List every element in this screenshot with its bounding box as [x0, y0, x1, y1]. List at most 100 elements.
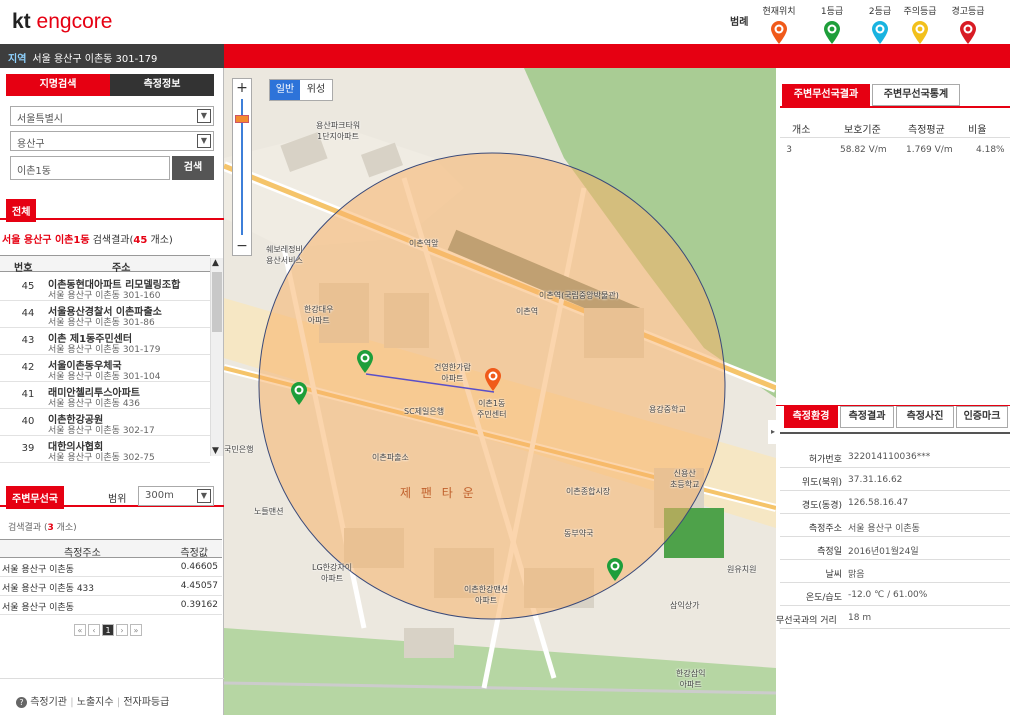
footer-emf-grade-link[interactable]: 전자파등급	[123, 697, 169, 708]
field-value: -12.0 ℃ / 61.00%	[848, 590, 928, 600]
measure-field-row: 날씨 맑음	[780, 561, 1010, 583]
chevron-down-icon: ▼	[197, 109, 211, 123]
map-view[interactable]: 용산파크타워 1단지아파트 이촌역앞 쉐보레정비 용산서비스 한강대우 아파트 건영한가…	[224, 68, 776, 715]
tab-place-search[interactable]: 지명검색	[6, 74, 110, 96]
nearby-count: 검색결과 (3 개소)	[8, 520, 77, 533]
range-select[interactable]: 300m ▼	[138, 486, 214, 506]
measure-field-row: 측정일 2016년01월24일	[780, 538, 1010, 560]
result-row[interactable]: 45 이촌동현대아파트 리모델링조합 서울 용산구 이촌동 301-160	[0, 273, 210, 301]
caution-pin-icon	[911, 21, 929, 45]
district-select[interactable]: 용산구 ▼	[10, 131, 214, 151]
field-key: 측정주소	[808, 524, 842, 534]
tab-measure-info[interactable]: 측정정보	[110, 74, 214, 96]
result-scrollbar[interactable]: ▲ ▼	[210, 258, 223, 456]
result-row[interactable]: 41 래미안첼리투스아파트 서울 용산구 이촌동 436	[0, 381, 210, 409]
footer-measure-org-link[interactable]: 측정기관	[30, 697, 67, 708]
nearby-row[interactable]: 서울 용산구 이촌동 433 4.45057	[0, 577, 222, 596]
result-number: 39	[21, 443, 35, 454]
legend-item: 경고등급	[946, 0, 990, 44]
col-measure-value: 측정값	[180, 548, 208, 559]
result-suffix: 개소)	[147, 235, 173, 246]
nearby-row[interactable]: 서울 용산구 이촌동 0.39162	[0, 596, 222, 615]
map-label: SC제일은행	[404, 407, 445, 416]
scroll-up-icon[interactable]: ▲	[212, 258, 219, 268]
stats-header: 비율	[968, 125, 987, 136]
panel-toggle-icon[interactable]: ▸	[768, 420, 778, 444]
scrollbar-thumb[interactable]	[212, 272, 222, 332]
result-row[interactable]: 40 이촌한강공원 서울 용산구 이촌동 302-17	[0, 408, 210, 436]
footer-exposure-link[interactable]: 노출지수	[77, 697, 114, 708]
dong-input-value: 이촌1동	[17, 166, 51, 177]
nearby-value: 4.45057	[180, 581, 218, 591]
stats-row: 3 58.82 V/m 1.769 V/m 4.18%	[780, 140, 1010, 162]
zoom-out-button[interactable]: −	[233, 237, 251, 255]
tab-measure-photo[interactable]: 측정사진	[896, 406, 954, 428]
header: kt engcore 범례 현재위치 1등급 2등급 주의등급 경고등급	[0, 0, 1010, 44]
chevron-down-icon: ▼	[197, 134, 211, 148]
legend-label: 범례	[730, 17, 749, 28]
col-address: 주소	[112, 263, 131, 274]
field-value: 서울 용산구 이촌동	[848, 524, 920, 534]
tab-nearby-stats[interactable]: 주변무선국통계	[872, 84, 960, 106]
result-number: 43	[21, 335, 35, 346]
map-type-normal-button[interactable]: 일반	[270, 80, 300, 100]
logo-engcore-text: engcore	[36, 10, 113, 33]
map-type-satellite-button[interactable]: 위성	[300, 80, 332, 100]
zoom-slider-handle[interactable]	[235, 115, 249, 123]
page-first-button[interactable]: «	[74, 624, 86, 636]
page-current[interactable]: 1	[102, 624, 114, 636]
map-label: 이촌역(국립중앙박물관)	[539, 291, 619, 300]
nearby-table-header: 측정주소 측정값	[0, 539, 222, 559]
top-red-bar	[224, 44, 1010, 68]
field-value: 2016년01월24일	[848, 547, 919, 557]
field-key: 날씨	[825, 570, 842, 580]
col-measure-addr: 측정주소	[64, 548, 101, 559]
tab-measure-env[interactable]: 측정환경	[784, 406, 838, 428]
kt-engcore-logo[interactable]: kt engcore	[12, 10, 112, 34]
page-last-button[interactable]: »	[130, 624, 142, 636]
map-label: 이촌파출소	[372, 453, 409, 462]
result-row[interactable]: 39 대한의사협회 서울 용산구 이촌동 302-75	[0, 435, 210, 463]
grade1-pin-icon	[823, 21, 841, 45]
tab-measure-result[interactable]: 측정결과	[840, 406, 894, 428]
legend-item-label: 1등급	[820, 7, 844, 17]
result-row[interactable]: 42 서울이촌동우체국 서울 용산구 이촌동 301-104	[0, 354, 210, 382]
zoom-in-button[interactable]: +	[233, 79, 251, 97]
grade2-pin-icon	[871, 21, 889, 45]
map-label: 원유치원	[727, 565, 757, 574]
measure-field-row: 경도(동경) 126.58.16.47	[780, 492, 1010, 514]
nearby-address: 서울 용산구 이촌동 433	[2, 584, 95, 594]
district-select-value: 용산구	[17, 139, 45, 150]
search-button[interactable]: 검색	[172, 156, 214, 180]
tab-cert-mark[interactable]: 인증마크	[956, 406, 1008, 428]
region-value: 서울 용산구 이촌동 301-179	[32, 54, 158, 65]
map-label: 용산파크타워 1단지아파트	[316, 121, 361, 141]
station-pin-icon[interactable]	[290, 382, 308, 406]
nearby-row[interactable]: 서울 용산구 이촌동 0.46605	[0, 558, 222, 577]
tab-nearby-result[interactable]: 주변무선국결과	[782, 84, 870, 106]
field-key: 경도(동경)	[801, 501, 842, 511]
legend-item: 현재위치	[758, 0, 800, 44]
station-pin-icon[interactable]	[356, 350, 374, 374]
page-next-button[interactable]: ›	[116, 624, 128, 636]
current-location-pin-icon[interactable]	[484, 368, 502, 392]
nearby-address: 서울 용산구 이촌동	[2, 565, 74, 575]
left-panel: 지명검색 측정정보 서울특별시 ▼ 용산구 ▼ 이촌1동 검색 전체 서울 용산구 …	[0, 68, 224, 715]
result-row[interactable]: 44 서울용산경찰서 이촌파출소 서울 용산구 이촌동 301-86	[0, 300, 210, 328]
stats-header-row: 개소 보호기준 측정평균 비율	[780, 118, 1010, 138]
result-row[interactable]: 43 이촌 제1동주민센터 서울 용산구 이촌동 301-179	[0, 327, 210, 355]
station-pin-icon[interactable]	[606, 558, 624, 582]
city-select[interactable]: 서울특별시 ▼	[10, 106, 214, 126]
scroll-down-icon[interactable]: ▼	[212, 446, 219, 456]
result-mid: 검색결과(	[89, 235, 134, 246]
dong-input[interactable]: 이촌1동	[10, 156, 170, 180]
result-count: 45	[133, 235, 148, 246]
field-key: 무선국과의 거리	[776, 616, 837, 626]
nearby-count-prefix: 검색결과 (	[8, 523, 48, 533]
page-prev-button[interactable]: ‹	[88, 624, 100, 636]
field-key: 위도(북위)	[801, 478, 842, 488]
map-label: LG한강자이 아파트	[312, 563, 353, 583]
tab-all[interactable]: 전체	[6, 199, 37, 222]
stats-cell: 3	[786, 145, 792, 155]
map-label: 한강대우 아파트	[304, 305, 334, 325]
